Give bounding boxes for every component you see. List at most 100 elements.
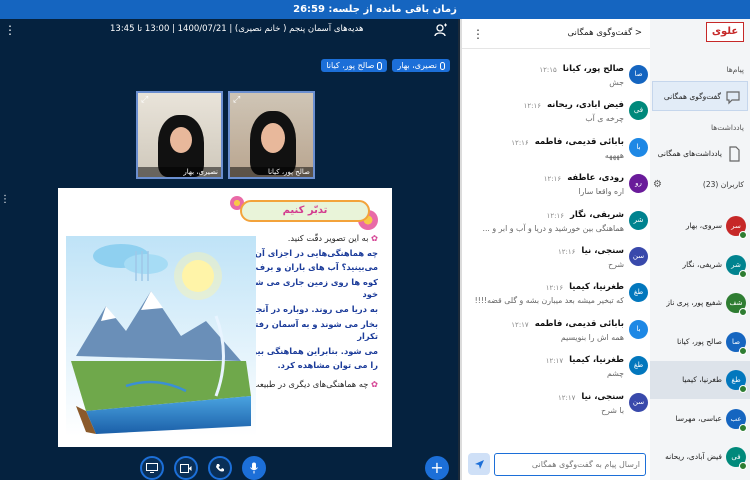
- user-list-item[interactable]: شر شریفی، نگار: [650, 246, 750, 284]
- message-text: شرح: [608, 259, 624, 269]
- send-message-button[interactable]: [468, 453, 490, 475]
- message-time: ۱۲:۱۷: [511, 320, 529, 329]
- chat-title[interactable]: < گفت‌وگوی همگانی: [567, 28, 642, 38]
- users-settings-gear-icon[interactable]: ⚙: [653, 179, 662, 190]
- screen-share-button[interactable]: [140, 456, 164, 480]
- user-name: فیض آبادی، ریحانه: [665, 452, 722, 461]
- message-text: با شرح: [601, 405, 624, 415]
- document-icon: [729, 146, 740, 162]
- fullscreen-icon[interactable]: ⤢: [141, 95, 148, 105]
- sender-avatar[interactable]: طغ: [629, 283, 648, 303]
- user-list-item[interactable]: شف شفیع پور، پری ناز: [650, 284, 750, 322]
- chat-bubble-icon: [726, 91, 740, 105]
- talker-chip: صالح پور، کیانا: [321, 59, 388, 72]
- app-logo: علوی: [706, 22, 744, 42]
- fullscreen-icon[interactable]: ⤢: [233, 95, 240, 105]
- shared-notes-label: یادداشت‌های همگانی: [657, 149, 722, 158]
- message-time: ۱۲:۱۷: [557, 393, 576, 402]
- more-options-icon[interactable]: ⋮: [4, 23, 16, 37]
- user-list-item[interactable]: عب عباسی، مهرسا: [650, 400, 750, 438]
- public-chat-panel: ⋮ < گفت‌وگوی همگانی صا صالح پور، کیانا ۱۲:…: [460, 19, 652, 480]
- message-text: اره واقعا سارا: [578, 187, 624, 197]
- slide-heading: تدبّر کنیم: [240, 200, 370, 222]
- presentation-slide: تدبّر کنیم ✿ به این تصویر دقّت کنید. چه …: [58, 188, 392, 447]
- chat-input-row: [462, 449, 652, 480]
- webcam-name: صالح پور، کیانا: [230, 167, 313, 177]
- sender-avatar[interactable]: شر: [629, 210, 648, 230]
- message-time: ۱۲:۱۶: [545, 284, 564, 293]
- sender-avatar[interactable]: با: [629, 319, 648, 339]
- sender-avatar[interactable]: سن: [629, 246, 648, 266]
- mic-status-badge: [739, 462, 747, 470]
- remaining-time-text: زمان باقی مانده از جلسه: 26:59: [293, 4, 457, 15]
- chat-message: فی فیض ابادی، ریحانه ۱۲:۱۶ چرخه ی آب: [462, 97, 652, 133]
- sender-avatar[interactable]: با: [629, 137, 648, 157]
- chat-message: سن سنجی، نیا ۱۲:۱۷ با شرح: [462, 389, 652, 425]
- user-list-item[interactable]: سر سروی، بهار: [650, 207, 750, 245]
- chat-message-list: صا صالح پور، کیانا ۱۲:۱۵ جش فی فیض ابادی، ریح…: [462, 61, 652, 425]
- sender-avatar[interactable]: سن: [629, 392, 648, 412]
- mic-icon: [377, 61, 383, 70]
- talking-indicators: نصیری، بهار صالح پور، کیانا: [321, 59, 450, 72]
- talker-chip: نصیری، بهار: [392, 59, 450, 72]
- sender-avatar[interactable]: فی: [629, 101, 648, 121]
- user-list-item[interactable]: فی فیض آبادی، ریحانه: [650, 438, 750, 476]
- webcam-tile[interactable]: ⤢ نصیری، بهار: [136, 91, 223, 179]
- chat-message: رو رودی، عاطفه ۱۲:۱۶ اره واقعا سارا: [462, 170, 652, 206]
- user-name: سروی، بهار: [685, 221, 722, 230]
- actions-plus-button[interactable]: +: [425, 456, 449, 480]
- mic-icon: [440, 61, 445, 70]
- sender-name: شریفی، نگار: [570, 209, 624, 220]
- user-list-item[interactable]: صا صالح پور، کیانا: [650, 323, 750, 361]
- sender-name: طغرنیا، کیمیا: [569, 282, 624, 293]
- sender-name: بابائی قدیمی، فاطمه: [534, 318, 624, 329]
- chat-message: سن سنجی، نیا ۱۲:۱۶ شرح: [462, 243, 652, 279]
- webcam-name: نصیری، بهار: [138, 167, 221, 177]
- user-list-item[interactable]: طغ طغرنیا، کیمیا: [650, 361, 750, 399]
- talker-name: صالح پور، کیانا: [326, 61, 375, 70]
- mic-status-badge: [739, 308, 747, 316]
- mic-status-badge: [739, 231, 747, 239]
- sender-name: فیض ابادی، ریحانه: [547, 100, 624, 111]
- mic-status-badge: [739, 269, 747, 278]
- users-heading: کاربران (23): [702, 180, 744, 189]
- message-text: همه اش را بنویسیم: [560, 332, 624, 342]
- microphone-icon: [250, 462, 258, 474]
- user-name: عباسی، مهرسا: [675, 413, 722, 423]
- user-list-sidebar: علوی پیام‌ها گفت‌وگوی همگانی یادداشت‌ها …: [650, 19, 750, 480]
- message-text: چرخه ی آب: [585, 114, 624, 124]
- sender-avatar[interactable]: رو: [629, 174, 648, 194]
- chat-message: طغ طغرنیا، کیمیا ۱۲:۱۶ که تبخیر میشه بعد می…: [462, 279, 652, 315]
- chat-options-icon[interactable]: ⋮: [472, 27, 484, 41]
- sender-name: صالح پور، کیانا: [562, 64, 624, 74]
- sender-avatar[interactable]: صا: [629, 65, 648, 84]
- phone-icon: [216, 464, 224, 472]
- user-settings-icon[interactable]: [434, 23, 448, 37]
- meeting-title: هدیه‌های آسمان پنجم ( خانم نصیری) | 1400…: [110, 24, 364, 34]
- media-controls: [140, 456, 266, 480]
- sender-name: سنجی، نیا: [581, 245, 624, 256]
- public-chat-nav-item[interactable]: گفت‌وگوی همگانی: [652, 81, 748, 111]
- person-face: [261, 123, 285, 153]
- message-time: ۱۲:۱۷: [545, 357, 564, 366]
- webcam-button[interactable]: [174, 456, 198, 480]
- chat-message: طغ طغرنیا، کیمیا ۱۲:۱۷ چشم: [462, 352, 652, 388]
- audio-button[interactable]: [208, 456, 232, 480]
- webcam-tile[interactable]: ⤢ صالح پور، کیانا: [228, 91, 315, 179]
- talker-name: نصیری، بهار: [397, 61, 437, 70]
- sender-name: رودی، عاطفه: [567, 173, 624, 184]
- messages-heading: پیام‌ها: [726, 65, 744, 74]
- message-text: که تبخیر میشه بعد میبارن بشه و گلی قضه!!…: [474, 296, 624, 306]
- microphone-button[interactable]: [242, 456, 266, 480]
- message-time: ۱۲:۱۵: [539, 66, 557, 74]
- user-name: طغرنیا، کیمیا: [682, 375, 722, 384]
- sender-name: بابائی قدیمی، فاطمه: [534, 136, 624, 147]
- sender-name: سنجی، نیا: [581, 391, 624, 402]
- presentation-options-icon[interactable]: ⋮: [0, 194, 10, 205]
- chat-message-input[interactable]: [494, 453, 646, 476]
- shared-notes-nav-item[interactable]: یادداشت‌های همگانی: [652, 139, 748, 169]
- message-time: ۱۲:۱۶: [546, 211, 565, 220]
- sender-avatar[interactable]: طغ: [629, 356, 648, 376]
- message-text: جش: [609, 78, 624, 87]
- send-icon: [474, 459, 484, 469]
